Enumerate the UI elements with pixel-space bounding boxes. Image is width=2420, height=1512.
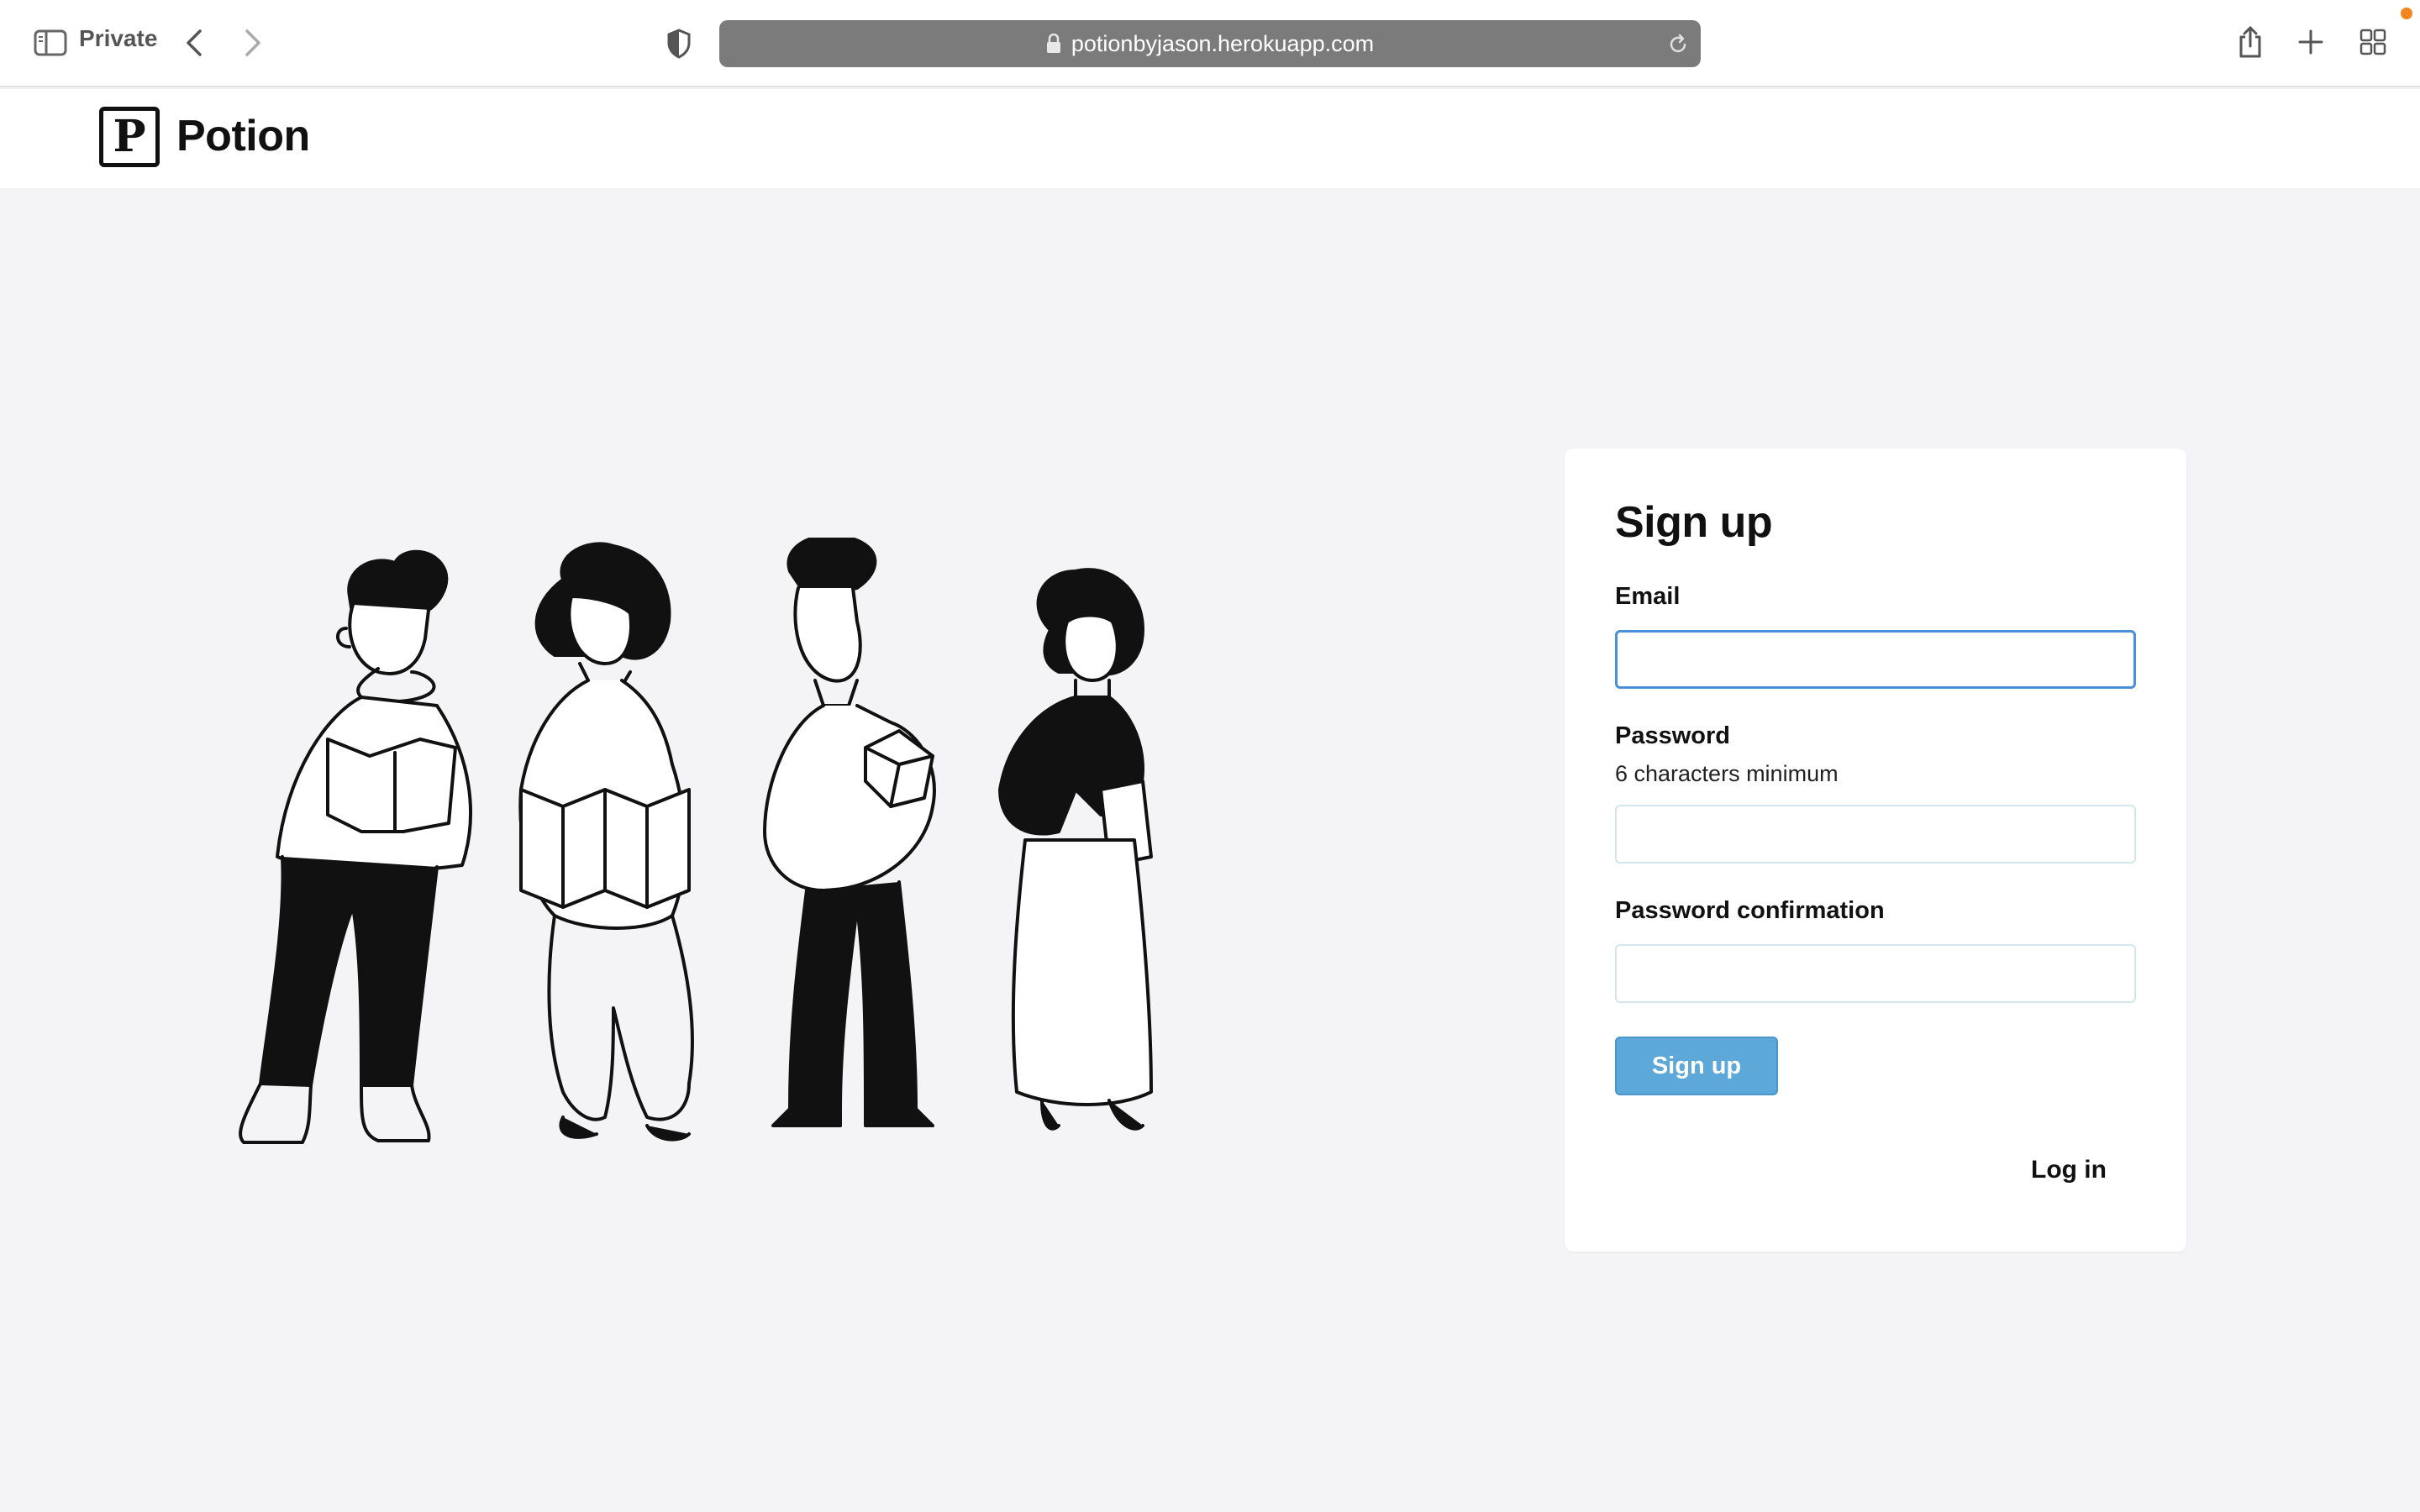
logo-icon[interactable]: P [99,107,160,167]
logo-letter: P [113,111,146,162]
email-label: Email [1615,583,1681,610]
lock-icon [1046,34,1060,53]
sidebar-toggle-icon[interactable] [34,29,67,57]
brand-name[interactable]: Potion [176,111,310,161]
signup-title: Sign up [1615,498,1773,547]
notification-dot [2401,8,2412,19]
address-bar[interactable]: potionbyjason.herokuapp.com [719,20,1701,67]
site-header: P Potion [0,89,2420,188]
signup-card: Sign up Email Password 6 characters mini… [1565,449,2186,1252]
private-mode-label: Private [79,25,158,51]
login-link[interactable]: Log in [2031,1156,2107,1184]
share-icon[interactable] [2235,24,2265,60]
email-field[interactable] [1615,630,2136,689]
figure-man-with-box [763,533,936,1127]
signup-button[interactable]: Sign up [1615,1037,1778,1095]
figure-man-with-book [239,549,472,1144]
new-tab-icon[interactable] [2296,27,2326,57]
figure-woman-with-map [518,542,694,1142]
password-field[interactable] [1615,805,2136,864]
password-label: Password [1615,722,1730,749]
browser-toolbar: Private potionbyjason.herokuapp.com [0,0,2420,87]
back-icon[interactable] [182,27,207,59]
password-confirmation-field[interactable] [1615,944,2136,1003]
url-text: potionbyjason.herokuapp.com [1071,30,1375,56]
privacy-shield-icon[interactable] [664,27,694,60]
people-reading-illustration [235,533,1277,1159]
figure-woman-writing [998,568,1153,1131]
password-hint: 6 characters minimum [1615,761,1839,786]
tab-overview-icon[interactable] [2358,27,2388,57]
forward-icon[interactable] [240,27,266,59]
reload-icon[interactable] [1667,34,1689,55]
password-confirmation-label: Password confirmation [1615,897,1885,924]
